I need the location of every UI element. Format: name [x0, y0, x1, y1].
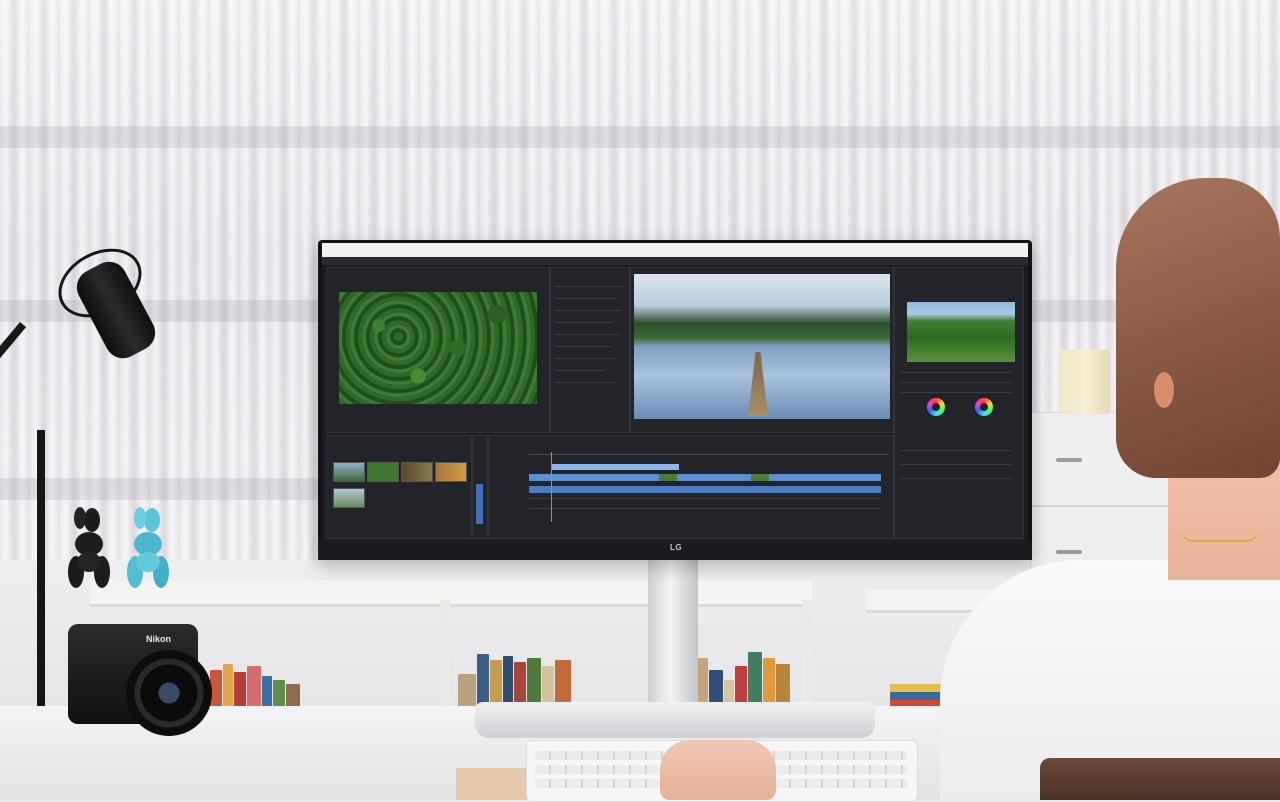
timeline-audio-track[interactable]	[529, 486, 881, 493]
books-center-right	[696, 648, 806, 710]
clip-thumbnail[interactable]	[333, 462, 365, 482]
chair-back	[1040, 758, 1280, 800]
timeline-clip[interactable]	[551, 464, 679, 470]
camera-brand-label: Nikon	[146, 634, 172, 644]
monitor-stand-base	[475, 702, 875, 738]
tools-panel	[472, 435, 488, 539]
clip-thumbnail[interactable]	[367, 462, 399, 482]
program-monitor-panel	[630, 267, 894, 433]
balloon-dog-figurine-black	[68, 507, 110, 588]
app-menubar	[322, 257, 1028, 265]
drawer-handle	[1056, 550, 1082, 554]
books-left	[210, 660, 330, 710]
project-panel	[326, 435, 472, 539]
timeline-clip[interactable]	[529, 474, 881, 481]
timeline-clip-thumb[interactable]	[659, 474, 677, 481]
drawer-divider	[1030, 505, 1190, 507]
center-shelf	[456, 580, 812, 607]
timeline-panel	[488, 435, 894, 539]
playhead[interactable]	[551, 452, 552, 522]
balloon-dog-figurine-blue	[127, 507, 169, 588]
color-wheel-icon[interactable]	[927, 398, 945, 416]
app-titlebar	[322, 243, 1028, 257]
clip-thumbnail[interactable]	[333, 488, 365, 508]
scope-preview	[907, 302, 1015, 362]
source-monitor-panel	[326, 267, 550, 433]
effect-controls-panel	[550, 267, 630, 433]
curtain-rod-shadow	[0, 126, 1280, 148]
monitor-screen	[322, 243, 1028, 543]
monitor-stand-neck	[648, 560, 698, 706]
clip-thumbnail[interactable]	[401, 462, 433, 482]
camera-lens	[126, 650, 212, 736]
books-center-left	[458, 650, 588, 710]
clip-thumbnail[interactable]	[435, 462, 467, 482]
desk-pad	[456, 768, 536, 800]
person-ear	[1154, 372, 1174, 408]
lumetri-color-panel	[894, 267, 1024, 539]
books-right	[890, 682, 944, 708]
timeline-clip-thumb[interactable]	[751, 474, 769, 481]
drawer-handle	[1056, 458, 1082, 462]
hand	[660, 740, 776, 800]
necklace	[1180, 528, 1260, 542]
lake-pier-preview	[634, 274, 890, 419]
shelf-leg	[440, 600, 450, 710]
tool-buttons[interactable]	[476, 484, 483, 524]
pier	[748, 352, 768, 416]
monitor-logo: LG	[669, 543, 683, 552]
mic-stand-pole	[37, 430, 45, 710]
candle	[1060, 350, 1110, 414]
aerial-forest-preview	[339, 292, 537, 404]
color-wheel-icon[interactable]	[975, 398, 993, 416]
person-hair	[1116, 178, 1280, 478]
